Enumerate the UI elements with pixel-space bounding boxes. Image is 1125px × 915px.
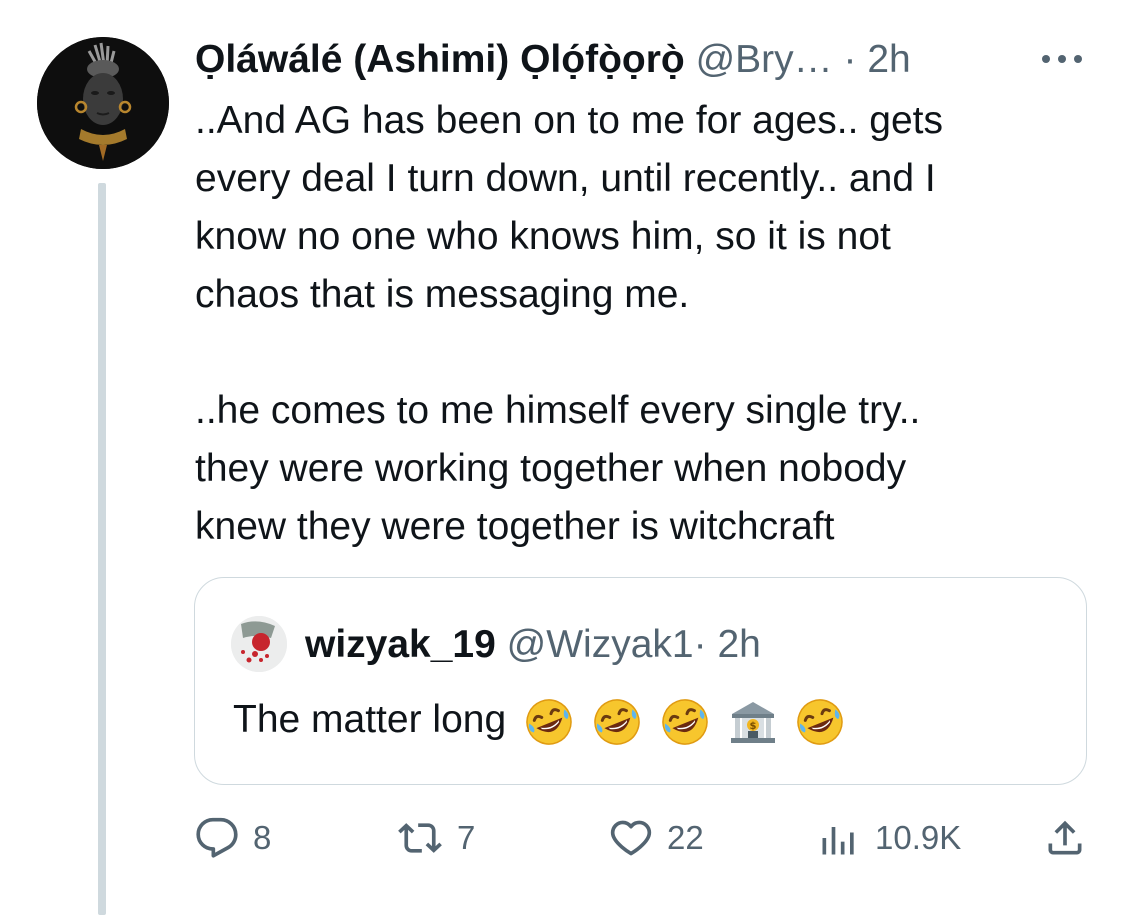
reply-button[interactable]: 8 [195,810,271,866]
author-avatar[interactable] [37,37,169,169]
rofl-emoji [661,698,708,745]
bank-emoji: $ [730,701,775,743]
retweet-button[interactable]: 7 [397,810,475,866]
meta-separator: · [843,38,857,81]
author-handle[interactable]: @Bry… [696,38,833,81]
tweet-time[interactable]: 2h [867,38,910,81]
quote-text: The matter long [233,698,507,741]
quote-author-handle[interactable]: @Wizyak1 [507,623,694,666]
views-button[interactable]: 10.9K [817,810,961,866]
quote-meta-separator: · [693,623,707,666]
quote-header: wizyak_19 @Wizyak1· 2h [305,622,761,668]
quote-tweet-card[interactable]: wizyak_19 @Wizyak1· 2h The matter long $ [194,577,1087,785]
reply-icon [196,817,238,858]
views-icon [822,827,854,855]
svg-text:$: $ [749,721,756,732]
rofl-emoji [594,698,640,745]
heart-icon [610,820,652,856]
tweet-header: Ọláwálé (Ashimi) Ọlọ́fọ̀ọrọ̀ @Bry… · 2h [195,36,1095,84]
quote-text-row: The matter long $ [233,696,845,747]
view-count: 10.9K [875,819,962,856]
share-button[interactable] [1043,810,1087,866]
like-button[interactable]: 22 [609,810,704,866]
retweet-count: 7 [457,819,476,856]
retweet-icon [398,823,442,853]
thread-connector-line [98,183,106,915]
more-button[interactable] [1036,44,1088,74]
rofl-emoji [797,698,844,745]
more-horizontal-icon [1042,55,1082,63]
like-count: 22 [667,819,704,856]
reply-count: 8 [253,819,272,856]
quote-time[interactable]: 2h [717,623,760,666]
rofl-emoji [526,698,572,745]
quote-author-avatar[interactable] [231,616,287,672]
tweet-text: ..And AG has been on to me for ages.. ge… [195,99,943,548]
quote-author-name[interactable]: wizyak_19 [305,623,496,666]
tweet-action-bar: 8 7 22 10.9K [195,810,1095,866]
share-icon [1048,820,1082,855]
author-name[interactable]: Ọláwálé (Ashimi) Ọlọ́fọ̀ọrọ̀ [195,38,685,81]
